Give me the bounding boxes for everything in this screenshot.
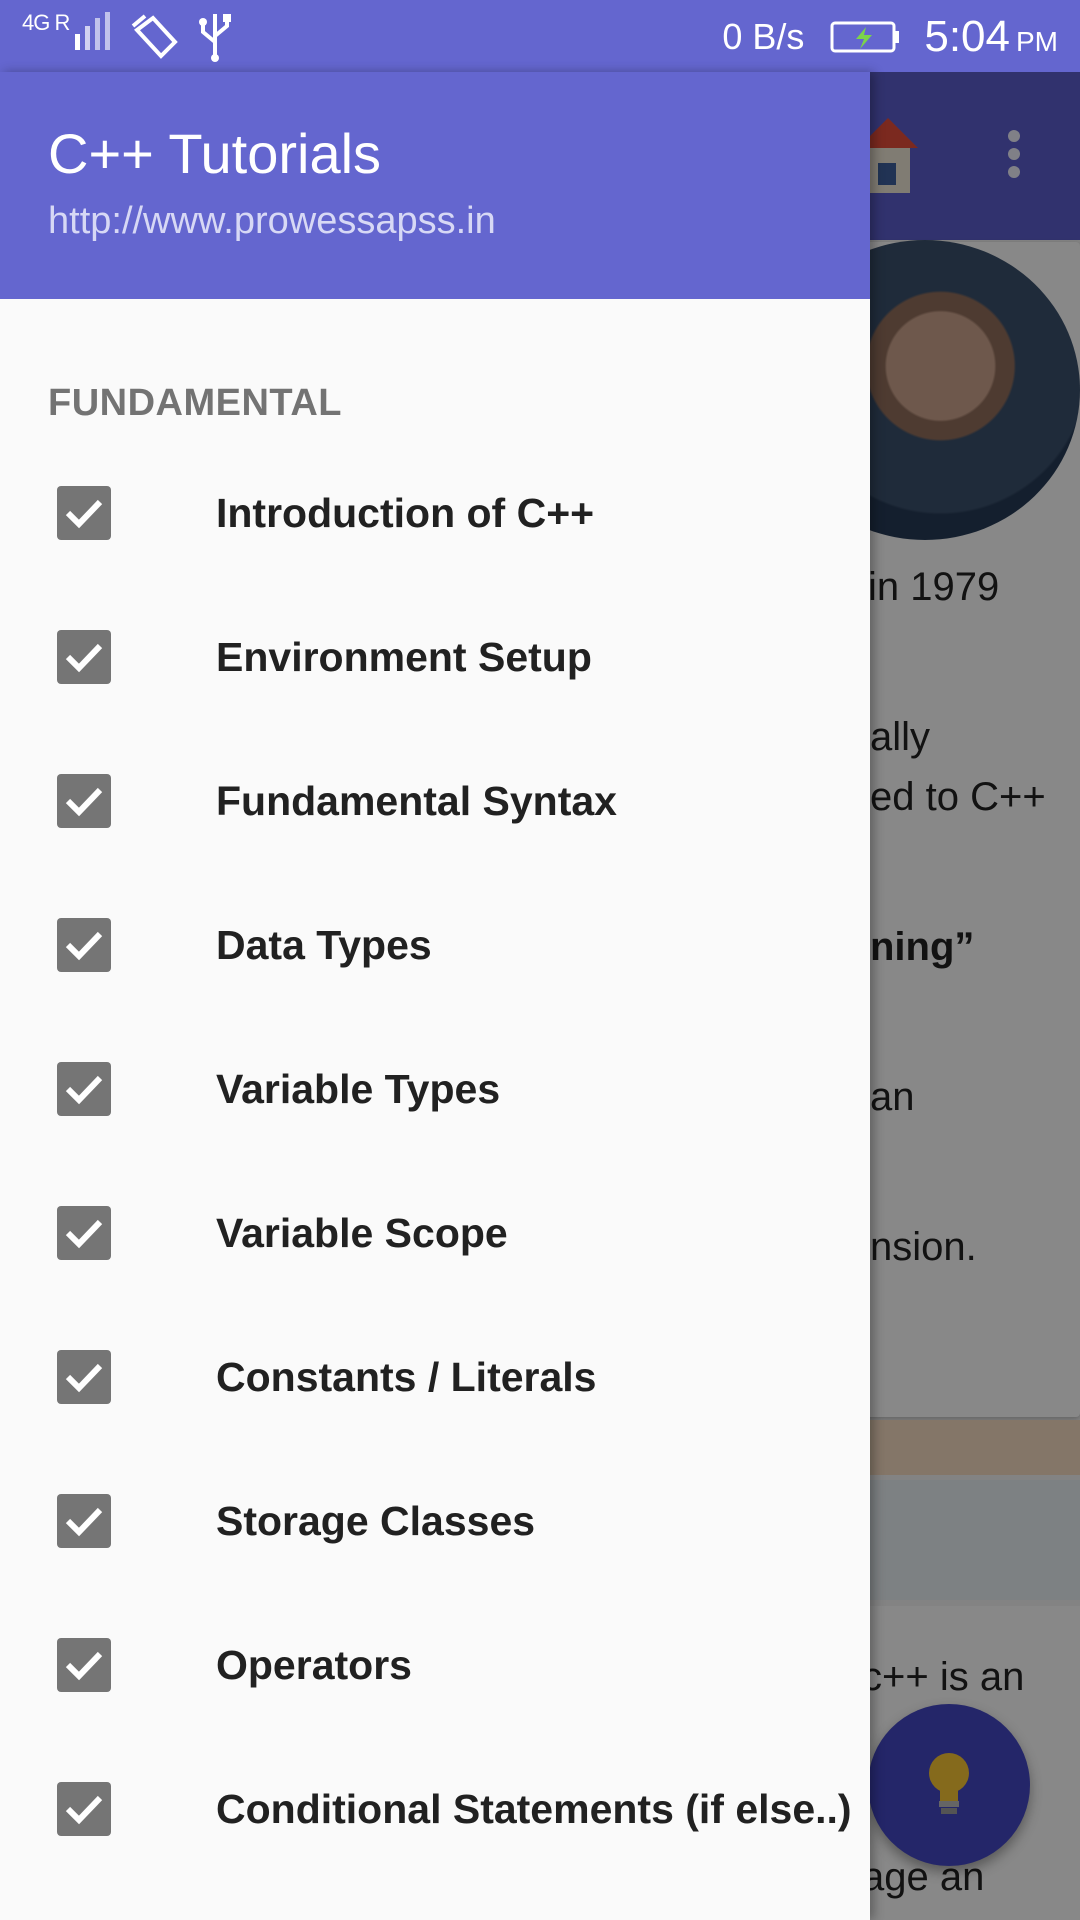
menu-item-constants-literals[interactable]: Constants / Literals [0, 1305, 870, 1449]
drawer-title: C++ Tutorials [48, 122, 382, 185]
checkbox-checked-icon[interactable] [57, 1062, 111, 1116]
network-speed: 0 B/s [722, 16, 805, 57]
checkbox-checked-icon[interactable] [57, 1638, 111, 1692]
checkbox-checked-icon[interactable] [57, 1494, 111, 1548]
status-bar: 4G R 0 B/s 5:04 PM [0, 0, 1080, 72]
menu-list: Introduction of C++ Environment Setup Fu… [0, 441, 870, 1881]
menu-item-label: Constants / Literals [216, 1353, 597, 1400]
menu-item-fundamental-syntax[interactable]: Fundamental Syntax [0, 729, 870, 873]
drawer-url[interactable]: http://www.prowessapss.in [48, 198, 870, 244]
checkbox-checked-icon[interactable] [57, 1206, 111, 1260]
signal-icon [75, 12, 111, 50]
menu-item-label: Variable Types [216, 1065, 501, 1112]
checkbox-checked-icon[interactable] [57, 774, 111, 828]
menu-item-label: Environment Setup [216, 633, 592, 680]
menu-item-label: Operators [216, 1641, 412, 1688]
checkbox-checked-icon[interactable] [57, 1782, 111, 1836]
menu-item-introduction[interactable]: Introduction of C++ [0, 441, 870, 585]
menu-item-label: Fundamental Syntax [216, 777, 617, 824]
menu-item-storage-classes[interactable]: Storage Classes [0, 1449, 870, 1593]
menu-item-variable-scope[interactable]: Variable Scope [0, 1161, 870, 1305]
clock-ampm: PM [1016, 26, 1058, 57]
menu-item-label: Introduction of C++ [216, 489, 595, 536]
cleaner-icon [132, 14, 179, 59]
checkbox-checked-icon[interactable] [57, 486, 111, 540]
menu-item-conditional-statements[interactable]: Conditional Statements (if else..) [0, 1737, 870, 1881]
navigation-drawer: C++ Tutorials http://www.prowessapss.in … [0, 72, 870, 1920]
menu-item-label: Variable Scope [216, 1209, 508, 1256]
menu-item-environment-setup[interactable]: Environment Setup [0, 585, 870, 729]
network-type: 4G R [22, 10, 70, 35]
drawer-header: C++ Tutorials http://www.prowessapss.in [0, 72, 870, 299]
checkbox-checked-icon[interactable] [57, 918, 111, 972]
menu-item-operators[interactable]: Operators [0, 1593, 870, 1737]
checkbox-checked-icon[interactable] [57, 1350, 111, 1404]
menu-item-label: Conditional Statements (if else..) [216, 1785, 852, 1832]
menu-item-label: Data Types [216, 921, 432, 968]
usb-icon [199, 14, 232, 62]
clock-time: 5:04 [924, 12, 1010, 61]
checkbox-checked-icon[interactable] [57, 630, 111, 684]
menu-item-label: Storage Classes [216, 1497, 536, 1544]
menu-item-variable-types[interactable]: Variable Types [0, 1017, 870, 1161]
menu-item-data-types[interactable]: Data Types [0, 873, 870, 1017]
battery-charging-icon [830, 21, 900, 53]
